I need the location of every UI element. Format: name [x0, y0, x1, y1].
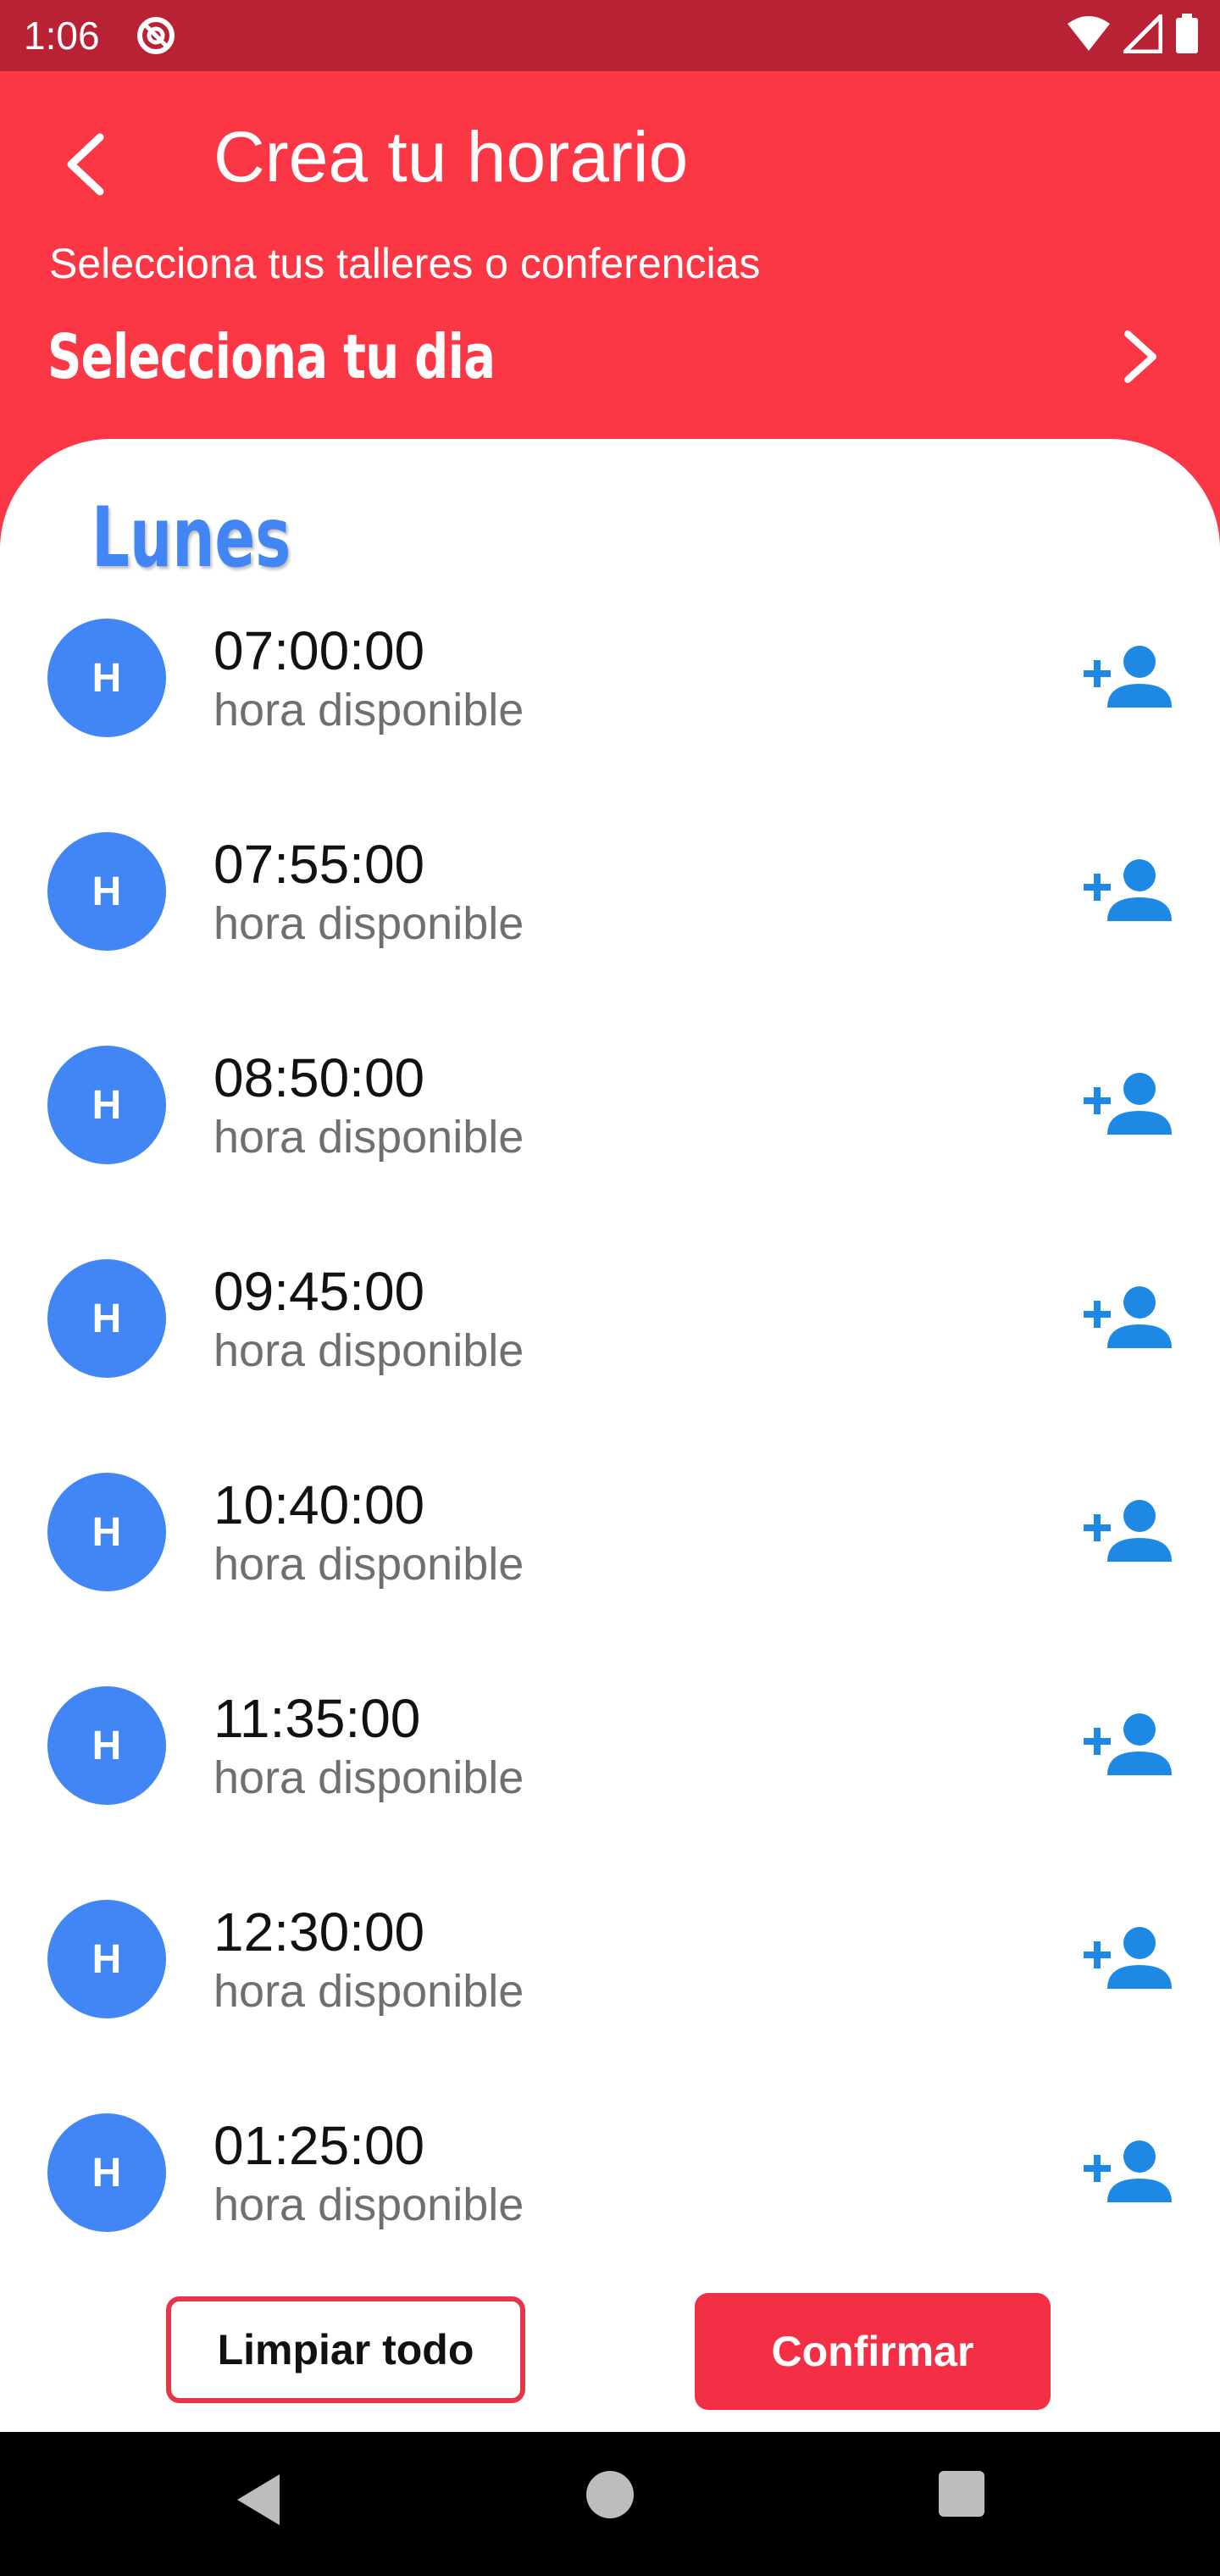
back-button[interactable]: [51, 122, 119, 207]
slot-avatar: H: [47, 1686, 166, 1805]
slot-status: hora disponible: [214, 2179, 524, 2230]
slot-status: hora disponible: [214, 898, 524, 949]
slot-status: hora disponible: [214, 1112, 524, 1163]
add-person-button[interactable]: [1081, 1493, 1174, 1569]
nav-home-icon[interactable]: [586, 2471, 634, 2518]
slot-status: hora disponible: [214, 1966, 524, 2017]
slot-avatar: H: [47, 1046, 166, 1164]
person-add-icon: [1084, 2140, 1172, 2202]
wifi-icon: [1068, 16, 1110, 51]
person-add-icon: [1084, 646, 1172, 708]
add-person-button[interactable]: [1081, 1066, 1174, 1142]
add-person-button[interactable]: [1081, 2134, 1174, 2210]
day-selector-label: Selecciona tu dia: [47, 321, 496, 392]
time-slot: H 07:00:00 hora disponible: [0, 568, 1220, 781]
add-person-button[interactable]: [1081, 852, 1174, 929]
add-person-button[interactable]: [1081, 1280, 1174, 1356]
time-slot: H 08:50:00 hora disponible: [0, 995, 1220, 1208]
slot-time: 11:35:00: [214, 1688, 421, 1749]
time-slot: H 07:55:00 hora disponible: [0, 781, 1220, 995]
nav-recents-icon[interactable]: [939, 2471, 984, 2517]
time-slot: H 10:40:00 hora disponible: [0, 1422, 1220, 1635]
person-add-icon: [1084, 1927, 1172, 1989]
slot-time: 09:45:00: [214, 1261, 425, 1322]
slot-time: 08:50:00: [214, 1047, 425, 1108]
slot-time: 07:55:00: [214, 834, 425, 895]
page-title: Crea tu horario: [214, 117, 689, 197]
page-subtitle: Selecciona tus talleres o conferencias: [49, 240, 761, 287]
status-bar: 1:06: [0, 0, 1220, 71]
clear-all-button[interactable]: Limpiar todo: [166, 2296, 525, 2403]
slot-avatar: H: [47, 1473, 166, 1591]
time-slot: H 12:30:00 hora disponible: [0, 1849, 1220, 2062]
slot-status: hora disponible: [214, 1752, 524, 1803]
slot-time: 10:40:00: [214, 1474, 425, 1535]
person-add-icon: [1084, 1500, 1172, 1562]
time-slot: H 11:35:00 hora disponible: [0, 1635, 1220, 1849]
day-selector[interactable]: Selecciona tu dia: [0, 310, 1220, 403]
status-icons: [1066, 14, 1200, 54]
chevron-right-icon: [1124, 330, 1156, 383]
slot-status: hora disponible: [214, 685, 524, 736]
slot-time: 12:30:00: [214, 1901, 425, 1963]
cell-signal-icon: [1123, 14, 1162, 53]
nav-back-icon[interactable]: [227, 2466, 295, 2534]
system-nav-bar: [0, 2432, 1220, 2576]
time-slot: H 09:45:00 hora disponible: [0, 1208, 1220, 1422]
add-person-button[interactable]: [1081, 639, 1174, 715]
person-add-icon: [1084, 859, 1172, 921]
slot-avatar: H: [47, 2113, 166, 2232]
add-person-button[interactable]: [1081, 1707, 1174, 1783]
next-day-button[interactable]: [1106, 319, 1174, 395]
person-add-icon: [1084, 1073, 1172, 1135]
person-add-icon: [1084, 1713, 1172, 1775]
slot-avatar: H: [47, 619, 166, 737]
slot-time: 01:25:00: [214, 2115, 425, 2176]
schedule-card: Lunes H 07:00:00 hora disponible H 07:55…: [0, 439, 1220, 2432]
slot-avatar: H: [47, 1900, 166, 2018]
slot-avatar: H: [47, 1259, 166, 1378]
do-not-disturb-icon: [137, 17, 175, 54]
slot-status: hora disponible: [214, 1539, 524, 1590]
person-add-icon: [1084, 1286, 1172, 1348]
slot-avatar: H: [47, 832, 166, 951]
confirm-button[interactable]: Confirmar: [695, 2293, 1051, 2410]
battery-icon: [1176, 14, 1198, 53]
time-slot: H 01:25:00 hora disponible: [0, 2062, 1220, 2276]
slot-time: 07:00:00: [214, 620, 425, 681]
add-person-button[interactable]: [1081, 1920, 1174, 1996]
status-time: 1:06: [24, 14, 100, 58]
slot-status: hora disponible: [214, 1325, 524, 1376]
chevron-left-icon: [67, 133, 104, 196]
